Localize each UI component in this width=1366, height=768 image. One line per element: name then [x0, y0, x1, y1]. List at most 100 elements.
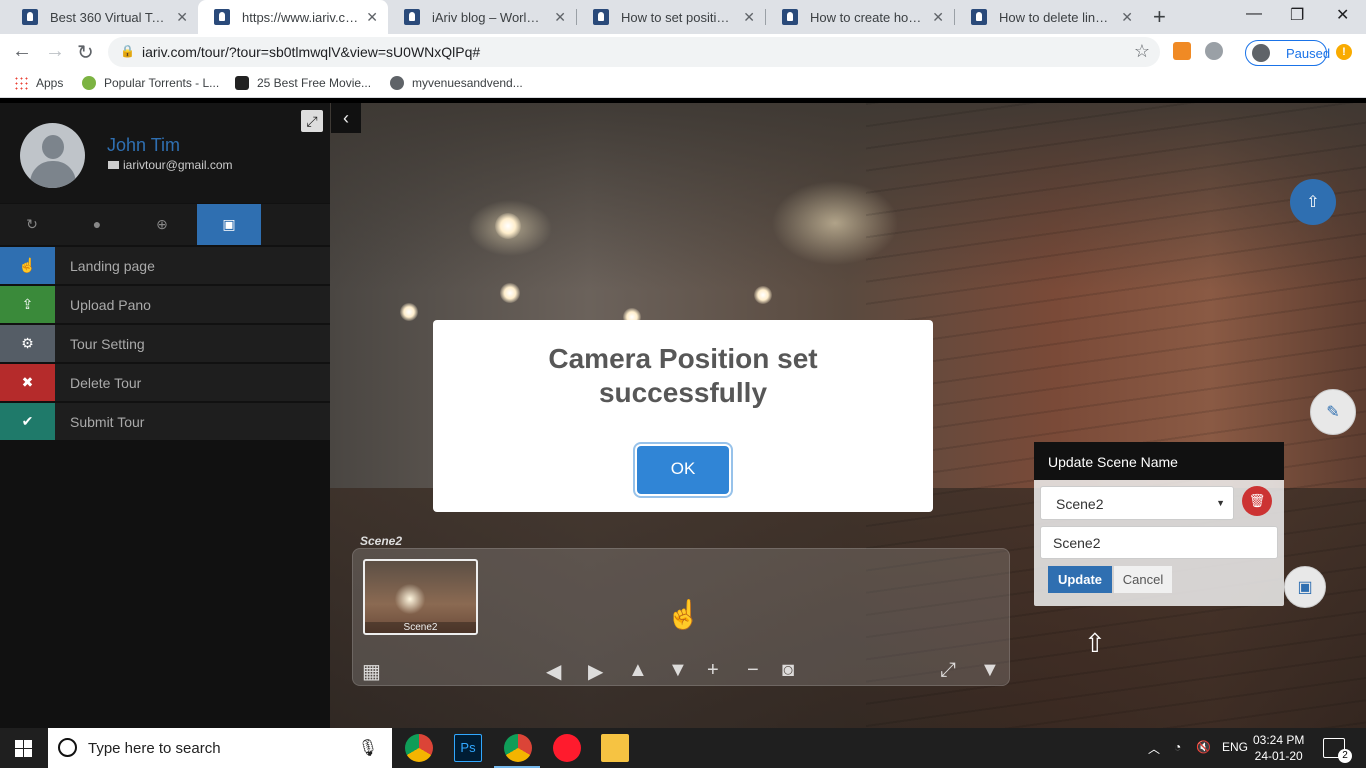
- trash-icon: ✖: [0, 364, 55, 401]
- zoom-in-icon[interactable]: +: [707, 659, 719, 682]
- sidebar-item-upload-pano[interactable]: ⇪ Upload Pano: [0, 286, 330, 323]
- file-explorer-taskbar-icon[interactable]: [601, 734, 629, 762]
- pan-up-icon[interactable]: ▲: [628, 659, 648, 682]
- pano-light: [400, 303, 418, 321]
- extension-help-icon[interactable]: [1205, 42, 1223, 60]
- pointer-icon: ☝: [0, 247, 55, 284]
- success-dialog: Camera Position set successfully OK: [433, 320, 933, 512]
- tab-close-icon[interactable]: ✕: [743, 9, 755, 26]
- restore-icon[interactable]: ❐: [1290, 5, 1304, 25]
- taskbar-search[interactable]: Type here to search 🎙: [48, 728, 392, 768]
- tab-close-icon[interactable]: ✕: [554, 9, 566, 26]
- hotspot-arrow-icon[interactable]: ⇧: [1084, 628, 1106, 659]
- minimize-icon[interactable]: —: [1246, 5, 1262, 23]
- hide-strip-icon[interactable]: ▼: [980, 659, 1000, 682]
- sidebar-tabs: ↻ ● ⊕ ▣: [0, 204, 330, 245]
- sidebar-item-delete-tour[interactable]: ✖ Delete Tour: [0, 364, 330, 401]
- tab-title: How to delete linkages: [999, 9, 1113, 25]
- show-hidden-icons-icon[interactable]: ︿: [1148, 740, 1160, 757]
- tab-refresh[interactable]: ↻: [0, 204, 64, 245]
- volume-muted-icon[interactable]: 🔇: [1196, 740, 1211, 754]
- address-bar[interactable]: 🔒 iariv.com/tour/?tour=sb0tlmwqlV&view=s…: [108, 37, 1160, 67]
- collapse-sidebar-icon[interactable]: ‹: [331, 103, 361, 133]
- pano-light: [500, 283, 520, 303]
- new-tab-icon[interactable]: +: [1153, 4, 1166, 30]
- zoom-out-icon[interactable]: −: [747, 659, 759, 682]
- chrome-menu-alert-icon[interactable]: !: [1336, 44, 1352, 60]
- email-text: iarivtour@gmail.com: [123, 158, 233, 172]
- photoshop-taskbar-icon[interactable]: Ps: [454, 734, 482, 762]
- close-window-icon[interactable]: ✕: [1336, 5, 1349, 25]
- upload-icon[interactable]: ⇧: [1290, 179, 1336, 225]
- sidebar-item-label: Tour Setting: [70, 336, 145, 352]
- bookmark-label: Popular Torrents - L...: [104, 76, 220, 90]
- tab-hotspots[interactable]: ●: [65, 204, 129, 245]
- site-favicon-icon: [214, 9, 230, 25]
- ok-button[interactable]: OK: [637, 446, 729, 494]
- browser-tab[interactable]: Best 360 Virtual Tours C ✕: [6, 0, 198, 34]
- bookmark-item[interactable]: 25 Best Free Movie...: [235, 76, 371, 90]
- browser-tab[interactable]: How to create hotspot ✕: [766, 0, 954, 34]
- url-text[interactable]: iariv.com/tour/?tour=sb0tlmwqlV&view=sU0…: [142, 44, 480, 60]
- action-center-icon[interactable]: 2: [1323, 738, 1352, 763]
- vr-mode-icon[interactable]: ◙: [782, 659, 794, 682]
- bookmark-item[interactable]: Popular Torrents - L...: [82, 76, 219, 90]
- cortana-icon: [58, 738, 77, 757]
- chrome-active-taskbar-icon[interactable]: [504, 734, 532, 762]
- reload-icon[interactable]: ↻: [77, 40, 94, 65]
- tab-close-icon[interactable]: ✕: [932, 9, 944, 26]
- sidebar-item-label: Submit Tour: [70, 414, 145, 430]
- refresh-icon: ↻: [26, 216, 38, 232]
- profile-button[interactable]: Paused: [1245, 40, 1330, 66]
- bookmark-star-icon[interactable]: ☆: [1134, 41, 1150, 62]
- search-placeholder: Type here to search: [88, 740, 221, 757]
- tab-images[interactable]: ▣: [197, 204, 261, 245]
- pan-down-icon[interactable]: ▼: [668, 659, 688, 682]
- scene-thumbnail[interactable]: Scene2: [363, 559, 478, 635]
- sidebar-item-submit-tour[interactable]: ✔ Submit Tour: [0, 403, 330, 440]
- grid-view-icon[interactable]: ▦: [362, 659, 381, 684]
- chrome-taskbar-icon[interactable]: [405, 734, 433, 762]
- update-scene-panel: Update Scene Name Scene2 ▼ 🗑 Scene2 Upda…: [1034, 442, 1284, 606]
- update-button[interactable]: Update: [1048, 566, 1112, 593]
- microphone-icon[interactable]: 🎙: [358, 738, 378, 758]
- torrent-site-icon: [82, 76, 96, 90]
- tab-title: How to set position of c: [621, 9, 735, 25]
- map-pin-icon: ●: [92, 216, 102, 232]
- envelope-icon: [108, 161, 119, 169]
- tab-close-icon[interactable]: ✕: [366, 9, 378, 26]
- tab-title: How to create hotspot: [810, 9, 925, 25]
- delete-scene-button[interactable]: 🗑: [1242, 486, 1272, 516]
- taskbar-clock[interactable]: 03:24 PM 24-01-20: [1253, 732, 1304, 764]
- cancel-button[interactable]: Cancel: [1114, 566, 1172, 593]
- pan-left-icon[interactable]: ◀: [546, 659, 561, 684]
- forward-icon[interactable]: →: [45, 40, 65, 63]
- info-edit-icon[interactable]: ✎: [1310, 389, 1356, 435]
- extension-icon[interactable]: [1173, 42, 1191, 60]
- browser-tab[interactable]: How to set position of c ✕: [577, 0, 765, 34]
- back-icon[interactable]: ←: [12, 40, 32, 63]
- tab-title: Best 360 Virtual Tours C: [50, 9, 168, 25]
- tab-close-icon[interactable]: ✕: [1121, 9, 1133, 26]
- sidebar-item-landing-page[interactable]: ☝ Landing page: [0, 247, 330, 284]
- tab-zoom[interactable]: ⊕: [130, 204, 194, 245]
- browser-tab[interactable]: How to delete linkages ✕: [955, 0, 1143, 34]
- language-indicator[interactable]: ENG: [1222, 740, 1248, 754]
- site-favicon-icon: [971, 9, 987, 25]
- pan-right-icon[interactable]: ▶: [588, 659, 603, 684]
- browser-tab[interactable]: iAriv blog – World of Vi ✕: [388, 0, 576, 34]
- browser-tab-active[interactable]: https://www.iariv.com/t ✕: [198, 0, 388, 34]
- sidebar-item-label: Upload Pano: [70, 297, 151, 313]
- network-icon[interactable]: ◔: [1174, 740, 1181, 754]
- bookmark-item[interactable]: myvenuesandvend...: [390, 76, 523, 90]
- opera-taskbar-icon[interactable]: [553, 734, 581, 762]
- tab-close-icon[interactable]: ✕: [176, 9, 188, 26]
- bookmark-apps[interactable]: Apps: [14, 76, 63, 90]
- scene-name-input[interactable]: Scene2: [1040, 526, 1278, 559]
- fullscreen-icon[interactable]: ⤢: [940, 659, 956, 682]
- windows-start-icon[interactable]: [15, 740, 32, 757]
- scene-select[interactable]: Scene2 ▼: [1040, 486, 1234, 520]
- expand-icon[interactable]: ⤢: [301, 110, 323, 132]
- sidebar-item-tour-setting[interactable]: ⚙ Tour Setting: [0, 325, 330, 362]
- gallery-icon[interactable]: ▣: [1284, 566, 1326, 608]
